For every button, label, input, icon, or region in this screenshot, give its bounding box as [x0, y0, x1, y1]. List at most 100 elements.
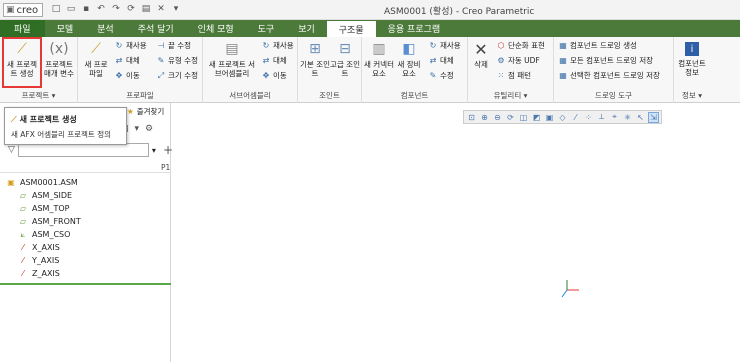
- tooltip: ⟋ 새 프로젝트 생성 새 AFX 어셈블리 프로젝트 정의: [4, 107, 127, 145]
- refit-icon[interactable]: ⊡: [466, 112, 477, 123]
- zoom-in-icon[interactable]: ⊕: [479, 112, 490, 123]
- redo-icon[interactable]: ↷: [110, 2, 122, 16]
- creo-logo[interactable]: ▣ creo: [3, 3, 44, 17]
- zoom-out-icon[interactable]: ⊖: [492, 112, 503, 123]
- sub-reuse-button[interactable]: ↻ 재사용: [261, 40, 294, 51]
- view-manager-icon[interactable]: ▣: [544, 112, 555, 123]
- new-file-icon[interactable]: □: [50, 2, 62, 16]
- new-connector-button[interactable]: ▥ 새 커넥터 요소: [364, 39, 394, 79]
- profile-reuse-button[interactable]: ↻ 재사용: [114, 40, 147, 51]
- csys-display-icon[interactable]: ⟂: [596, 112, 607, 123]
- comp-edit-button[interactable]: ✎ 수정: [428, 70, 454, 81]
- graphics-window[interactable]: [172, 103, 740, 362]
- tree-item-label: Y_AXIS: [32, 256, 60, 265]
- open-folder-icon[interactable]: ▭: [65, 2, 77, 16]
- windows-icon[interactable]: ▤: [140, 2, 152, 16]
- new-profile-button[interactable]: ⟋ 새 프로 파일: [82, 39, 110, 79]
- datum-axis-icon: ⁄: [22, 243, 24, 252]
- group-profile: ⟋ 새 프로 파일 ↻ 재사용 ⇄ 대체 ✥ 이동 ⊣ 끝 수정 ✎ 유형 수정 ⤢ 크기 …: [78, 37, 203, 103]
- profile-move-button[interactable]: ✥ 이동: [114, 70, 140, 81]
- simplify-button[interactable]: ⬡ 단순화 표현: [496, 40, 545, 51]
- tab-view[interactable]: 보기: [286, 20, 327, 37]
- search-dropdown-icon[interactable]: ▾: [152, 146, 156, 155]
- delete-button[interactable]: ✕ 삭제: [470, 39, 492, 69]
- group-label-utility[interactable]: 유틸리티 ▾: [468, 90, 553, 101]
- tree-dropdown-icon[interactable]: ▾: [135, 124, 140, 134]
- tree-item[interactable]: ▱ ASM_FRONT: [6, 215, 81, 228]
- regenerate-icon[interactable]: ⟳: [125, 2, 137, 16]
- app-menu-icon: ▣: [6, 5, 15, 15]
- customize-icon[interactable]: ▾: [170, 2, 182, 16]
- display-style-icon[interactable]: ◩: [531, 112, 542, 123]
- new-subassembly-button[interactable]: ▤ 새 프로젝트 서브어셈블리: [207, 39, 257, 79]
- comp-reuse-label: 재사용: [440, 41, 461, 50]
- save-all-drawings-button[interactable]: ▦ 모든 컴포넌트 드로잉 저장: [558, 55, 653, 66]
- point-pattern-button[interactable]: ⁙ 점 패턴: [496, 70, 531, 81]
- tab-file[interactable]: 파일: [0, 20, 45, 37]
- pointer-icon[interactable]: ↖: [635, 112, 646, 123]
- tab-annotate[interactable]: 주석 달기: [126, 20, 186, 37]
- profile-replace-button[interactable]: ⇄ 대체: [114, 55, 140, 66]
- basic-joint-label: 기본 조인트: [300, 60, 330, 78]
- tree-item[interactable]: ⁄ X_AXIS: [6, 241, 81, 254]
- tree-search-input[interactable]: [17, 143, 149, 157]
- saved-views-icon[interactable]: ◫: [518, 112, 529, 123]
- info-icon: i: [685, 42, 699, 56]
- comp-reuse-button[interactable]: ↻ 재사용: [428, 40, 461, 51]
- edit-size-button[interactable]: ⤢ 크기 수정: [156, 70, 198, 81]
- new-equipment-button[interactable]: ◧ 새 장비 요소: [394, 39, 424, 79]
- spin-center-icon[interactable]: ✳: [622, 112, 633, 123]
- datum-axis-icon: ⁄: [22, 256, 24, 265]
- filter-icon[interactable]: ▽: [8, 145, 15, 155]
- ribbon-tab-bar: 파일 모델 분석 주석 달기 인체 모형 도구 보기 구조물 응용 프로그램: [0, 20, 740, 37]
- tab-tools[interactable]: 도구: [246, 20, 287, 37]
- reuse-icon: ↻: [262, 41, 270, 50]
- group-label-project[interactable]: 프로젝트 ▾: [0, 90, 77, 101]
- tab-manikin[interactable]: 인체 모형: [186, 20, 246, 37]
- sub-replace-button[interactable]: ⇄ 대체: [261, 55, 287, 66]
- tab-model[interactable]: 모델: [45, 20, 86, 37]
- create-comp-drawing-button[interactable]: ▦ 컴포넌트 드로잉 생성: [558, 40, 637, 51]
- datum-points-icon[interactable]: ⁘: [583, 112, 594, 123]
- tree-settings-icon[interactable]: ⚙: [145, 124, 153, 134]
- pattern-icon: ⁙: [497, 71, 505, 80]
- tab-structure[interactable]: 구조물: [326, 20, 376, 37]
- undo-icon[interactable]: ↶: [95, 2, 107, 16]
- datum-planes-icon[interactable]: ◇: [557, 112, 568, 123]
- tree-item[interactable]: ⁄ Z_AXIS: [6, 267, 81, 280]
- tree-item-label: ASM_CSO: [32, 230, 71, 239]
- edit-end-button[interactable]: ⊣ 끝 수정: [156, 40, 192, 51]
- edit-type-button[interactable]: ✎ 유형 수정: [156, 55, 198, 66]
- tree-item[interactable]: ▱ ASM_SIDE: [6, 189, 81, 202]
- group-label-info[interactable]: 정보 ▾: [674, 90, 710, 101]
- close-window-icon[interactable]: ✕: [155, 2, 167, 16]
- tree-item[interactable]: ▱ ASM_TOP: [6, 202, 81, 215]
- favorites-label: 즐겨찾기: [136, 107, 165, 116]
- tree-item-label: ASM0001.ASM: [20, 178, 78, 187]
- save-selected-drawings-button[interactable]: ▦ 선택한 컴포넌트 드로잉 저장: [558, 70, 660, 81]
- favorites-tab[interactable]: ★ 즐겨찾기: [127, 106, 164, 117]
- new-project-button[interactable]: ⟋ 새 프로젝트 생성: [4, 39, 40, 79]
- equipment-icon: ◧: [402, 40, 416, 57]
- basic-joint-button[interactable]: ⊞ 기본 조인트: [300, 39, 330, 79]
- repaint-icon[interactable]: ⟳: [505, 112, 516, 123]
- datum-axes-icon[interactable]: ⁄: [570, 112, 581, 123]
- tab-applications[interactable]: 응용 프로그램: [376, 20, 453, 37]
- tree-item[interactable]: ▣ ASM0001.ASM: [6, 176, 81, 189]
- coordinate-system-icon: ⟀: [20, 229, 26, 239]
- save-icon[interactable]: ▪: [80, 2, 92, 16]
- advanced-joint-button[interactable]: ⊟ 고급 조인트: [330, 39, 360, 79]
- sub-move-button[interactable]: ✥ 이동: [261, 70, 287, 81]
- tree-item[interactable]: ⟀ ASM_CSO: [6, 228, 81, 241]
- comp-replace-button[interactable]: ⇄ 대체: [428, 55, 454, 66]
- model-tree: ▣ ASM0001.ASM ▱ ASM_SIDE ▱ ASM_TOP ▱ ASM_FRONT ⟀…: [6, 176, 81, 280]
- snap-icon[interactable]: ⇲: [648, 111, 659, 123]
- project-params-button[interactable]: (x) 프로젝트 매개 변수: [42, 39, 76, 79]
- annotation-display-icon[interactable]: ⌖: [609, 112, 620, 123]
- auto-udf-button[interactable]: ⚙ 자동 UDF: [496, 55, 539, 66]
- component-info-button[interactable]: i 컴포넌트 정보: [676, 39, 708, 77]
- tree-item[interactable]: ⁄ Y_AXIS: [6, 254, 81, 267]
- tab-analysis[interactable]: 분석: [85, 20, 126, 37]
- save-all-drawings-label: 모든 컴포넌트 드로잉 저장: [570, 56, 654, 65]
- datum-plane-icon: ▱: [19, 204, 27, 213]
